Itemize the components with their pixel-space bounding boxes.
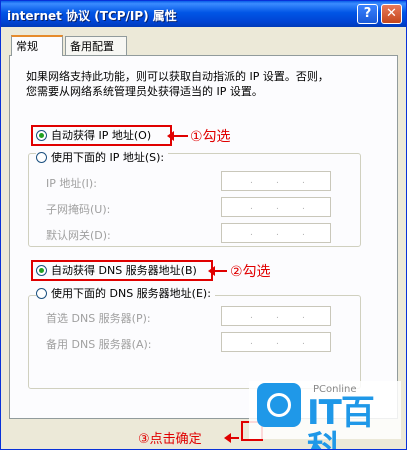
alternate-dns-label: 备用 DNS 服务器(A): bbox=[46, 338, 152, 351]
manual-dns-radio[interactable] bbox=[36, 287, 47, 299]
preferred-dns-label: 首选 DNS 服务器(P): bbox=[46, 312, 151, 325]
highlight-box-auto-dns bbox=[31, 260, 213, 281]
description-text: 如果网络支持此功能，则可以获取自动指派的 IP 设置。否则， 您需要从网络系统管… bbox=[26, 70, 329, 98]
tab-general[interactable]: 常规 bbox=[11, 35, 63, 56]
arrow-step2 bbox=[208, 266, 227, 276]
default-gateway-label: 默认网关(D): bbox=[46, 229, 111, 242]
ip-address-input[interactable]: ... bbox=[221, 171, 331, 191]
ip-address-label: IP 地址(I): bbox=[46, 177, 97, 190]
tcpip-properties-dialog: internet 协议 (TCP/IP) 属性 ? ✕ 常规 备用配置 如果网络… bbox=[0, 0, 407, 450]
general-panel: 如果网络支持此功能，则可以获取自动指派的 IP 设置。否则， 您需要从网络系统管… bbox=[9, 55, 398, 419]
tab-alternate-config[interactable]: 备用配置 bbox=[65, 36, 127, 55]
annotation-step3: ③点击确定 bbox=[138, 432, 202, 447]
alternate-dns-input[interactable]: ... bbox=[221, 332, 331, 352]
pconline-watermark: PConline IT百科 bbox=[249, 381, 401, 449]
default-gateway-input[interactable]: ... bbox=[221, 223, 331, 243]
title-bar[interactable]: internet 协议 (TCP/IP) 属性 ? ✕ bbox=[1, 1, 406, 27]
arrow-step1 bbox=[167, 131, 188, 141]
help-button[interactable]: ? bbox=[357, 4, 378, 24]
manual-ip-radio[interactable] bbox=[36, 151, 47, 163]
subnet-mask-input[interactable]: ... bbox=[221, 197, 331, 217]
watermark-big-text: IT百科 bbox=[307, 393, 375, 450]
annotation-step2: ②勾选 bbox=[230, 264, 271, 280]
subnet-mask-label: 子网掩码(U): bbox=[46, 203, 111, 216]
preferred-dns-input[interactable]: ... bbox=[221, 306, 331, 326]
pconline-logo-icon bbox=[257, 383, 301, 427]
manual-ip-option[interactable]: 使用下面的 IP 地址(S): bbox=[36, 150, 169, 166]
manual-dns-option[interactable]: 使用下面的 DNS 服务器地址(E): bbox=[36, 286, 215, 302]
close-button[interactable]: ✕ bbox=[381, 4, 402, 24]
manual-ip-label: 使用下面的 IP 地址(S): bbox=[51, 151, 165, 164]
window-title: internet 协议 (TCP/IP) 属性 bbox=[7, 9, 177, 23]
highlight-box-auto-ip bbox=[31, 125, 172, 146]
annotation-step1: ①勾选 bbox=[190, 129, 231, 145]
arrow-step3 bbox=[224, 433, 239, 443]
manual-dns-label: 使用下面的 DNS 服务器地址(E): bbox=[51, 287, 211, 300]
